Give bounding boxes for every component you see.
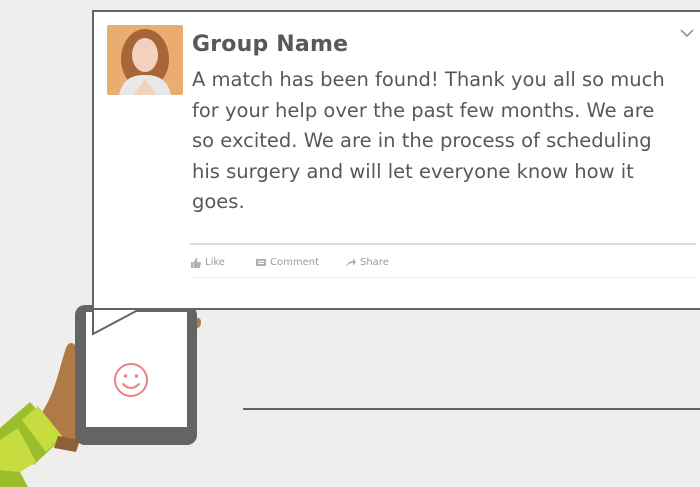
like-icon [191, 257, 201, 268]
scene: Group Name A match has been found! Thank… [0, 0, 700, 487]
comment-button[interactable]: Comment [256, 257, 319, 268]
chevron-down-icon[interactable] [678, 26, 696, 40]
comment-label: Comment [270, 257, 319, 268]
post-body: A match has been found! Thank you all so… [192, 68, 665, 213]
avatar[interactable] [107, 25, 183, 95]
like-label: Like [205, 257, 225, 268]
share-label: Share [360, 257, 389, 268]
group-name[interactable]: Group Name [192, 32, 348, 57]
share-icon [346, 257, 356, 267]
share-button[interactable]: Share [346, 257, 389, 268]
post-card: Group Name A match has been found! Thank… [92, 10, 700, 310]
like-button[interactable]: Like [191, 257, 225, 268]
comment-icon [256, 258, 266, 266]
divider [190, 243, 696, 245]
post-actions: Like Comment Share [190, 251, 696, 278]
